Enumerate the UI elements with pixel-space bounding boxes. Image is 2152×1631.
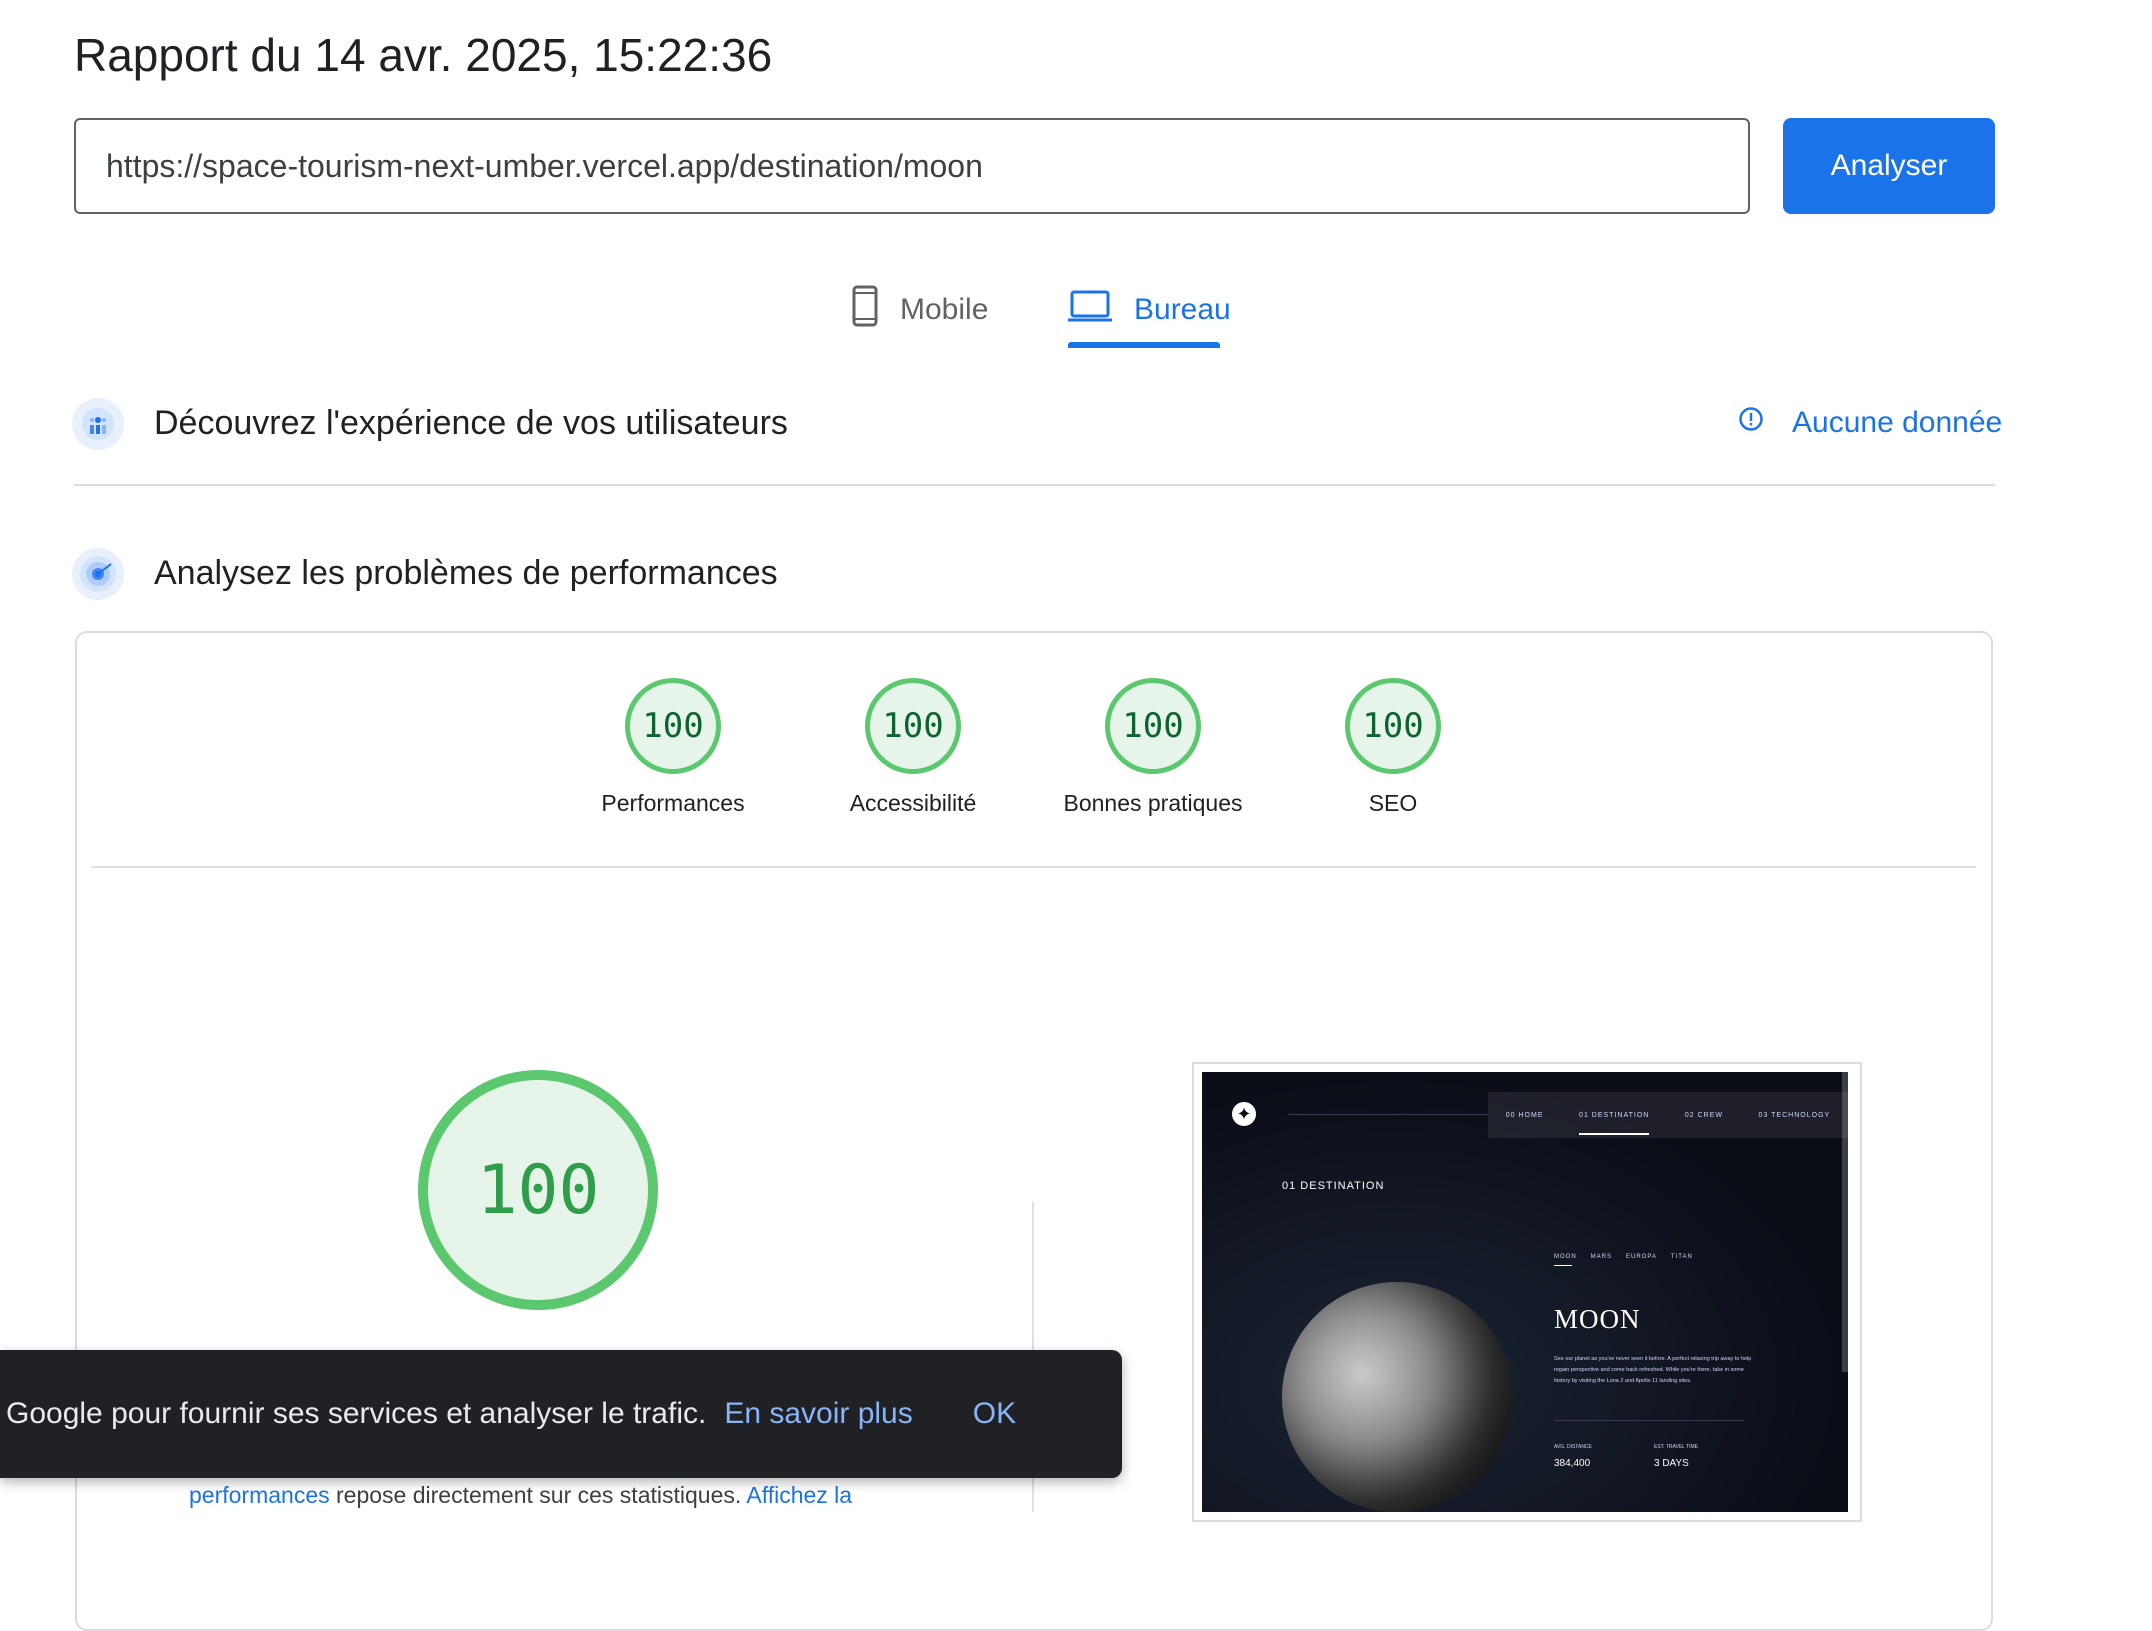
url-input[interactable]: https://space-tourism-next-umber.vercel.… <box>74 118 1750 214</box>
score-label: Accessibilité <box>849 790 977 816</box>
tab-desktop-label: Bureau <box>1134 293 1231 326</box>
site-nav-item: 01 DESTINATION <box>1579 1112 1650 1135</box>
view-link[interactable]: Affichez la <box>746 1482 852 1508</box>
site-nav-item: 00 HOME <box>1505 1111 1544 1119</box>
moon-image <box>1282 1282 1512 1512</box>
score-label: SEO <box>1368 790 1418 816</box>
site-stat-value: 3 DAYS <box>1654 1458 1689 1469</box>
info-icon <box>1738 406 1764 440</box>
card-divider <box>91 866 1976 868</box>
no-data-label: Aucune donnée <box>1792 406 2003 439</box>
site-subtab: MARS <box>1590 1254 1613 1260</box>
site-subtab-underline <box>1554 1265 1572 1266</box>
users-experience-icon <box>72 398 124 450</box>
site-nav-item: 02 CREW <box>1684 1111 1723 1119</box>
cookie-snackbar: Google pour fournir ses services et anal… <box>0 1350 1122 1478</box>
snackbar-text: Google pour fournir ses services et anal… <box>6 1397 707 1430</box>
tab-mobile-label: Mobile <box>900 293 989 326</box>
site-nav: 00 HOME 01 DESTINATION 02 CREW 03 TECHNO… <box>1488 1092 1848 1138</box>
metrics-note-text: repose directement sur ces statistiques. <box>329 1482 747 1508</box>
main-performance-score: 100 <box>418 1070 658 1310</box>
page-screenshot: ✦ 00 HOME 01 DESTINATION 02 CREW 03 TECH… <box>1202 1072 1848 1512</box>
site-stat-label: EST. TRAVEL TIME <box>1654 1444 1698 1450</box>
no-data-link[interactable]: Aucune donnée <box>1738 406 2002 440</box>
score-gauge-best-practices[interactable]: 100 Bonnes pratiques <box>1063 678 1243 817</box>
report-title: Rapport du 14 avr. 2025, 15:22:36 <box>74 29 773 81</box>
laptop-icon <box>1068 289 1112 331</box>
tab-active-indicator <box>1068 342 1220 348</box>
performance-diagnose-icon <box>72 548 124 600</box>
performance-link[interactable]: performances <box>189 1482 330 1508</box>
site-divider <box>1554 1420 1744 1421</box>
score-value: 100 <box>1345 678 1441 774</box>
section-divider <box>74 484 1995 486</box>
learn-more-link[interactable]: En savoir plus <box>724 1397 912 1431</box>
tab-mobile[interactable]: Mobile <box>852 272 988 348</box>
performance-heading: Analysez les problèmes de performances <box>154 554 778 592</box>
site-description: See our planet as you've never seen it b… <box>1554 1356 1752 1384</box>
ok-button[interactable]: OK <box>973 1397 1016 1431</box>
score-gauge-performance[interactable]: 100 Performances <box>583 678 763 817</box>
nav-line <box>1288 1114 1488 1115</box>
smartphone-icon <box>852 285 878 335</box>
site-stat-value: 384,400 <box>1554 1458 1591 1469</box>
score-label: Bonnes pratiques <box>1063 790 1243 816</box>
site-subtab: MOON <box>1554 1254 1577 1260</box>
score-gauge-accessibility[interactable]: 100 Accessibilité <box>823 678 1003 817</box>
tab-desktop[interactable]: Bureau <box>1068 272 1231 348</box>
site-stat-label: AVG. DISTANCE <box>1554 1444 1592 1450</box>
site-subtab: EUROPA <box>1626 1254 1657 1260</box>
analyse-button[interactable]: Analyser <box>1783 118 1995 214</box>
metrics-note: performances repose directement sur ces … <box>189 1482 852 1509</box>
site-subtab: TITAN <box>1670 1254 1693 1260</box>
site-heading: MOON <box>1554 1304 1641 1334</box>
score-value: 100 <box>1105 678 1201 774</box>
score-value: 100 <box>865 678 961 774</box>
site-subtabs: MOON MARS EUROPA TITAN <box>1554 1254 1693 1260</box>
site-page-label: 01 DESTINATION <box>1282 1180 1385 1192</box>
score-gauge-seo[interactable]: 100 SEO <box>1303 678 1483 817</box>
score-value: 100 <box>625 678 721 774</box>
screenshot-scrollbar <box>1842 1072 1848 1372</box>
site-nav-item: 03 TECHNOLOGY <box>1758 1111 1831 1119</box>
users-experience-heading: Découvrez l'expérience de vos utilisateu… <box>154 404 788 442</box>
site-logo-icon: ✦ <box>1232 1102 1256 1126</box>
score-label: Performances <box>601 790 745 816</box>
